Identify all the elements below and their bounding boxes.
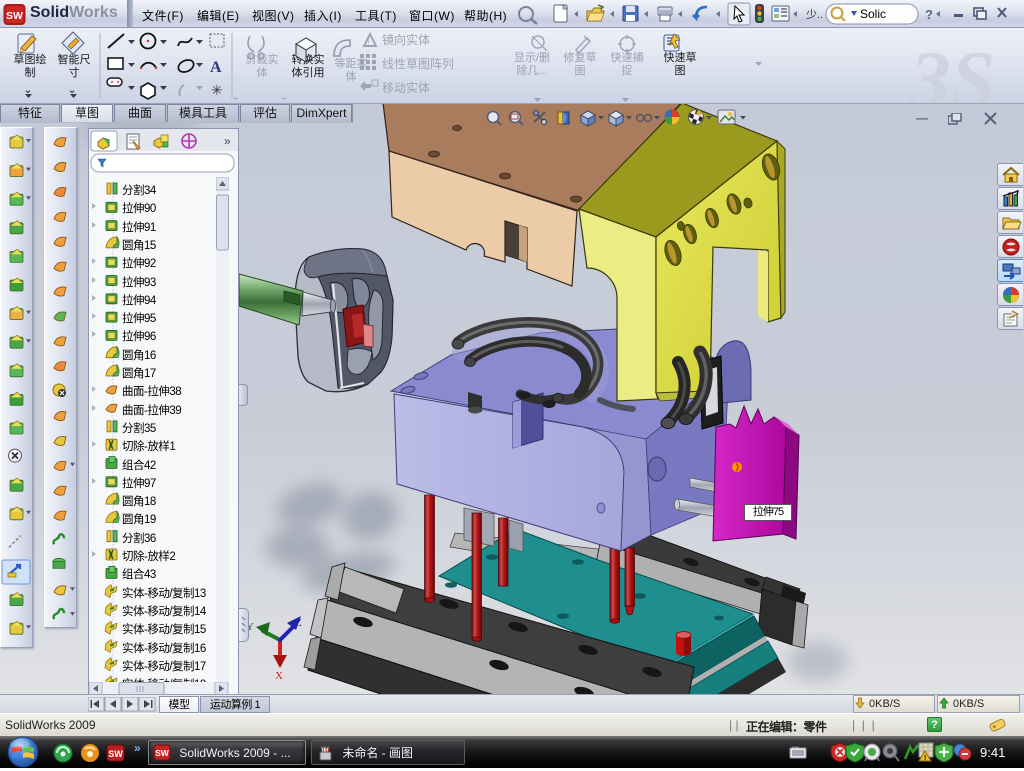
- svg-text:swe: swe: [792, 745, 800, 750]
- svg-text:Solic: Solic: [860, 7, 886, 21]
- svg-text:ЗS: ЗS: [909, 36, 995, 103]
- svg-text:X: X: [275, 670, 283, 682]
- svg-text:?: ?: [925, 7, 933, 22]
- svg-text:少..: 少..: [806, 8, 823, 21]
- svg-text:»: »: [134, 741, 141, 755]
- svg-text:Z: Z: [295, 617, 302, 629]
- svg-text:SW: SW: [6, 10, 23, 22]
- svg-text:SW: SW: [108, 749, 123, 759]
- svg-text:!: !: [924, 755, 926, 762]
- svg-text:A: A: [210, 59, 222, 76]
- svg-text:!: !: [367, 37, 370, 47]
- svg-text:移动实体: 移动实体: [382, 80, 430, 95]
- svg-text:SW: SW: [155, 748, 170, 758]
- svg-text:线性草图阵列: 线性草图阵列: [382, 57, 454, 71]
- svg-text:镜向实体: 镜向实体: [382, 32, 430, 47]
